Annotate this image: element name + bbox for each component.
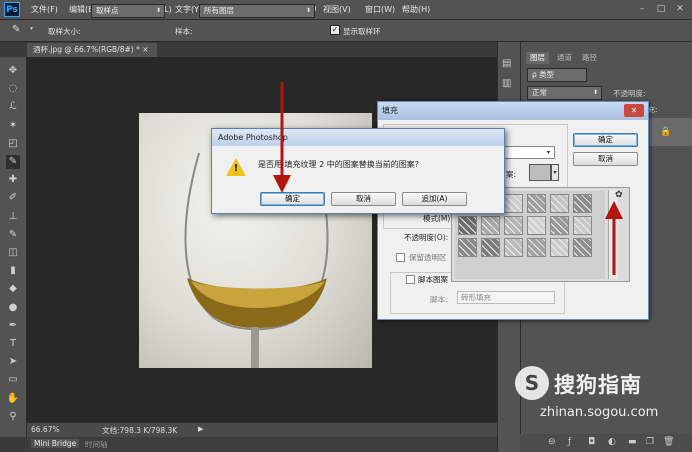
sogou-logo: S — [515, 366, 549, 400]
watermark-text: 搜狗指南 — [554, 373, 642, 397]
watermark-url: zhinan.sogou.com — [540, 405, 659, 420]
